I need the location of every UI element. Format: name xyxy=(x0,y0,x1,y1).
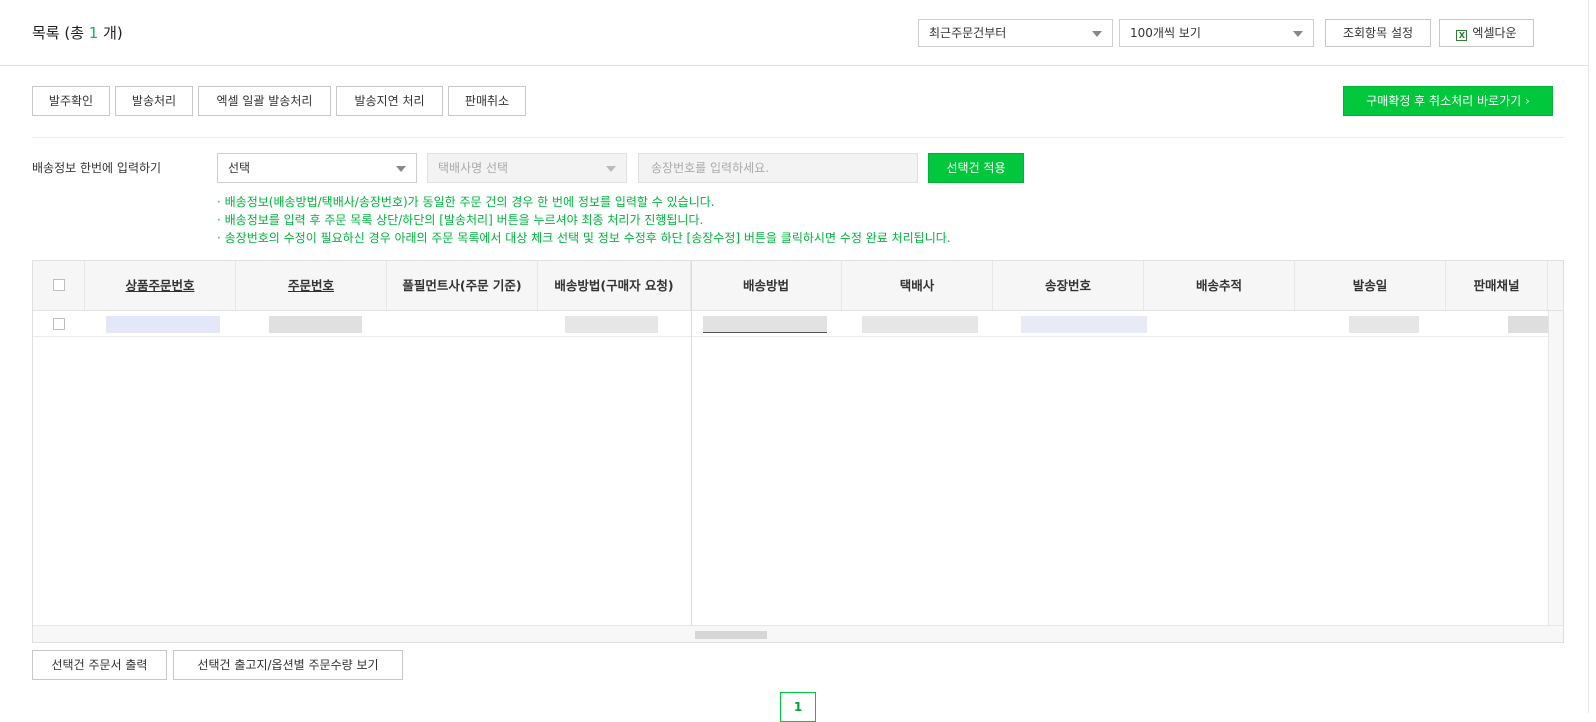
scrollbar-thumb[interactable] xyxy=(695,631,767,639)
list-title: 목록 (총 1 개) xyxy=(32,24,123,42)
column-header-tracking: 배송추적 xyxy=(1144,261,1295,310)
bulk-shipping-notes: · 배송정보(배송방법/택배사/송장번호)가 동일한 주문 건의 경우 한 번에… xyxy=(217,195,951,245)
dispatch-date-value xyxy=(1349,316,1419,333)
confirm-order-button[interactable]: 발주확인 xyxy=(32,86,110,116)
chevron-down-icon xyxy=(1293,31,1303,37)
shipping-method-value[interactable] xyxy=(703,316,827,333)
column-header-dispatch-date: 발송일 xyxy=(1295,261,1446,310)
excel-icon: X xyxy=(1456,30,1468,41)
tracking-number-input[interactable]: 송장번호를 입력하세요. xyxy=(638,153,918,183)
dispatch-button[interactable]: 발송처리 xyxy=(115,86,193,116)
grid-horizontal-scrollbar[interactable] xyxy=(33,625,1563,642)
chevron-down-icon xyxy=(1092,31,1102,37)
grid-header: 상품주문번호 주문번호 풀필먼트사(주문 기준) 배송방법(구매자 요청) 배송… xyxy=(33,261,1563,311)
row-checkbox[interactable] xyxy=(53,318,65,330)
divider xyxy=(32,137,1564,138)
order-grid: 상품주문번호 주문번호 풀필먼트사(주문 기준) 배송방법(구매자 요청) 배송… xyxy=(32,260,1564,643)
chevron-down-icon xyxy=(606,166,616,172)
go-cancel-after-confirm-button[interactable]: 구매확정 후 취소처리 바로가기 › xyxy=(1343,86,1553,116)
chevron-down-icon xyxy=(396,166,406,172)
grid-vertical-scrollbar[interactable] xyxy=(1548,311,1563,625)
courier-value[interactable] xyxy=(862,316,978,333)
order-no-value[interactable] xyxy=(269,316,362,333)
column-settings-button[interactable]: 조회항목 설정 xyxy=(1325,19,1431,47)
requested-shipping-value xyxy=(565,316,658,333)
select-all-checkbox[interactable] xyxy=(53,279,65,291)
cancel-sale-button[interactable]: 판매취소 xyxy=(448,86,526,116)
print-orders-button[interactable]: 선택건 주문서 출력 xyxy=(32,650,167,680)
column-header-requested-shipping: 배송방법(구매자 요청) xyxy=(538,261,691,310)
shipping-method-select[interactable]: 선택 xyxy=(217,153,417,183)
view-order-quantity-button[interactable]: 선택건 출고지/옵션별 주문수량 보기 xyxy=(173,650,403,680)
excel-download-button[interactable]: X 엑셀다운 xyxy=(1439,19,1534,47)
table-row[interactable] xyxy=(33,311,1558,337)
column-header-sales-channel: 판매채널 xyxy=(1446,261,1548,310)
column-header-fulfillment: 풀필먼트사(주문 기준) xyxy=(387,261,538,310)
bulk-shipping-label: 배송정보 한번에 입력하기 xyxy=(32,161,162,175)
select-all-cell xyxy=(33,261,85,310)
column-header-order-no[interactable]: 주문번호 xyxy=(236,261,387,310)
frozen-column-divider xyxy=(691,261,692,642)
page-size-select[interactable]: 100개씩 보기 xyxy=(1119,19,1314,47)
list-header: 목록 (총 1 개) 최근주문건부터 100개씩 보기 조회항목 설정 X 엑셀다… xyxy=(0,0,1588,66)
pagination-page-1[interactable]: 1 xyxy=(780,692,816,722)
column-header-product-order-no[interactable]: 상품주문번호 xyxy=(85,261,236,310)
sort-order-select[interactable]: 최근주문건부터 xyxy=(918,19,1113,47)
tracking-no-value[interactable] xyxy=(1021,316,1147,333)
page-scrollbar[interactable] xyxy=(1588,0,1596,713)
column-header-courier: 택배사 xyxy=(842,261,993,310)
apply-selected-button[interactable]: 선택건 적용 xyxy=(928,153,1024,183)
excel-bulk-dispatch-button[interactable]: 엑셀 일괄 발송처리 xyxy=(198,86,331,116)
product-order-no-value[interactable] xyxy=(106,316,220,333)
delayed-dispatch-button[interactable]: 발송지연 처리 xyxy=(336,86,443,116)
total-count: 1 xyxy=(88,24,99,42)
column-header-tracking-no: 송장번호 xyxy=(993,261,1144,310)
column-header-shipping-method: 배송방법 xyxy=(691,261,842,310)
courier-select[interactable]: 택배사명 선택 xyxy=(427,153,627,183)
